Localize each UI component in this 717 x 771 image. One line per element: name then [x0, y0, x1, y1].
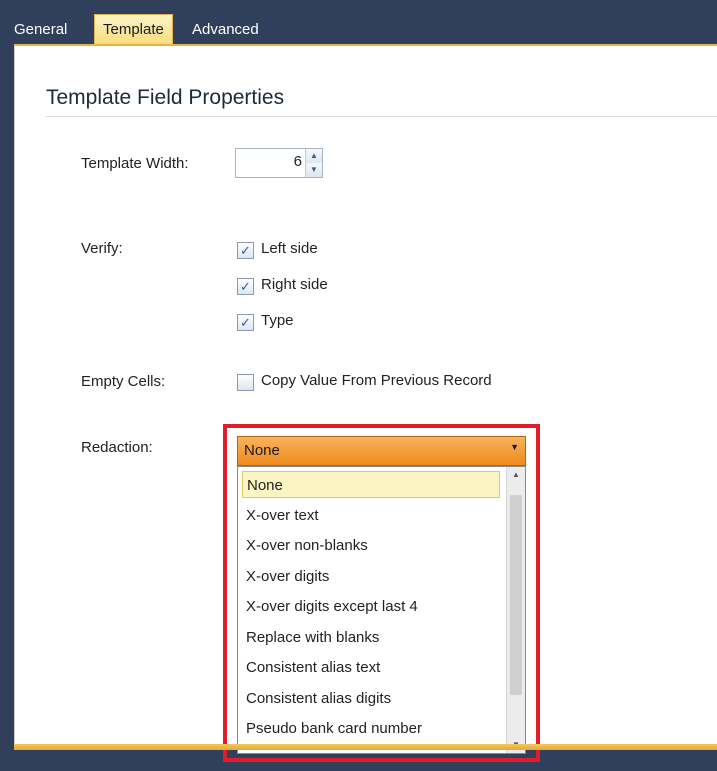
redaction-option[interactable]: Replace with blanks: [242, 624, 500, 651]
stepper-down-icon[interactable]: ▼: [306, 163, 322, 177]
verify-label: Verify:: [81, 240, 123, 257]
template-width-label: Template Width:: [81, 155, 189, 172]
dialog-frame: General Template Advanced Template Field…: [0, 0, 717, 771]
section-title: Template Field Properties: [46, 86, 285, 109]
redaction-option[interactable]: X-over non-blanks: [242, 532, 500, 559]
checkbox-unchecked-icon[interactable]: ✓: [237, 374, 254, 391]
tab-advanced[interactable]: Advanced: [184, 16, 267, 44]
checkbox-label: Type: [261, 312, 294, 329]
redaction-options-list[interactable]: None X-over text X-over non-blanks X-ove…: [237, 466, 526, 754]
checkbox-label: Copy Value From Previous Record: [261, 372, 492, 389]
template-width-value[interactable]: 6: [294, 153, 302, 170]
scrollbar-thumb[interactable]: [510, 495, 522, 695]
redaction-option[interactable]: Pseudo bank card number: [242, 715, 500, 742]
panel-bottom-bar: [14, 744, 717, 750]
redaction-option[interactable]: Consistent alias digits: [242, 685, 500, 712]
section-divider: [46, 116, 717, 117]
redaction-option[interactable]: X-over text: [242, 502, 500, 529]
template-width-stepper[interactable]: 6 ▲ ▼: [235, 148, 323, 178]
list-scrollbar[interactable]: ▲ ▼: [506, 467, 525, 753]
redaction-label: Redaction:: [81, 439, 153, 456]
scroll-up-icon[interactable]: ▲: [507, 467, 525, 483]
stepper-buttons: ▲ ▼: [305, 149, 322, 177]
checkbox-label: Right side: [261, 276, 328, 293]
tab-general[interactable]: General: [6, 16, 75, 44]
stepper-up-icon[interactable]: ▲: [306, 149, 322, 164]
dropdown-arrow-icon[interactable]: ▼: [510, 442, 519, 452]
checkbox-checked-icon[interactable]: ✓: [237, 314, 254, 331]
tab-strip: General Template Advanced: [0, 10, 717, 45]
template-panel: Template Field Properties Template Width…: [14, 44, 717, 762]
checkbox-label: Left side: [261, 240, 318, 257]
checkbox-checked-icon[interactable]: ✓: [237, 242, 254, 259]
redaction-option-none[interactable]: None: [242, 471, 500, 498]
redaction-selected-value: None: [244, 442, 280, 459]
empty-cells-label: Empty Cells:: [81, 373, 166, 390]
tab-template[interactable]: Template: [94, 14, 173, 45]
redaction-option[interactable]: X-over digits except last 4: [242, 593, 500, 620]
redaction-option[interactable]: Consistent alias text: [242, 654, 500, 681]
redaction-dropdown[interactable]: None ▼: [237, 436, 526, 466]
checkbox-checked-icon[interactable]: ✓: [237, 278, 254, 295]
redaction-option[interactable]: X-over digits: [242, 563, 500, 590]
